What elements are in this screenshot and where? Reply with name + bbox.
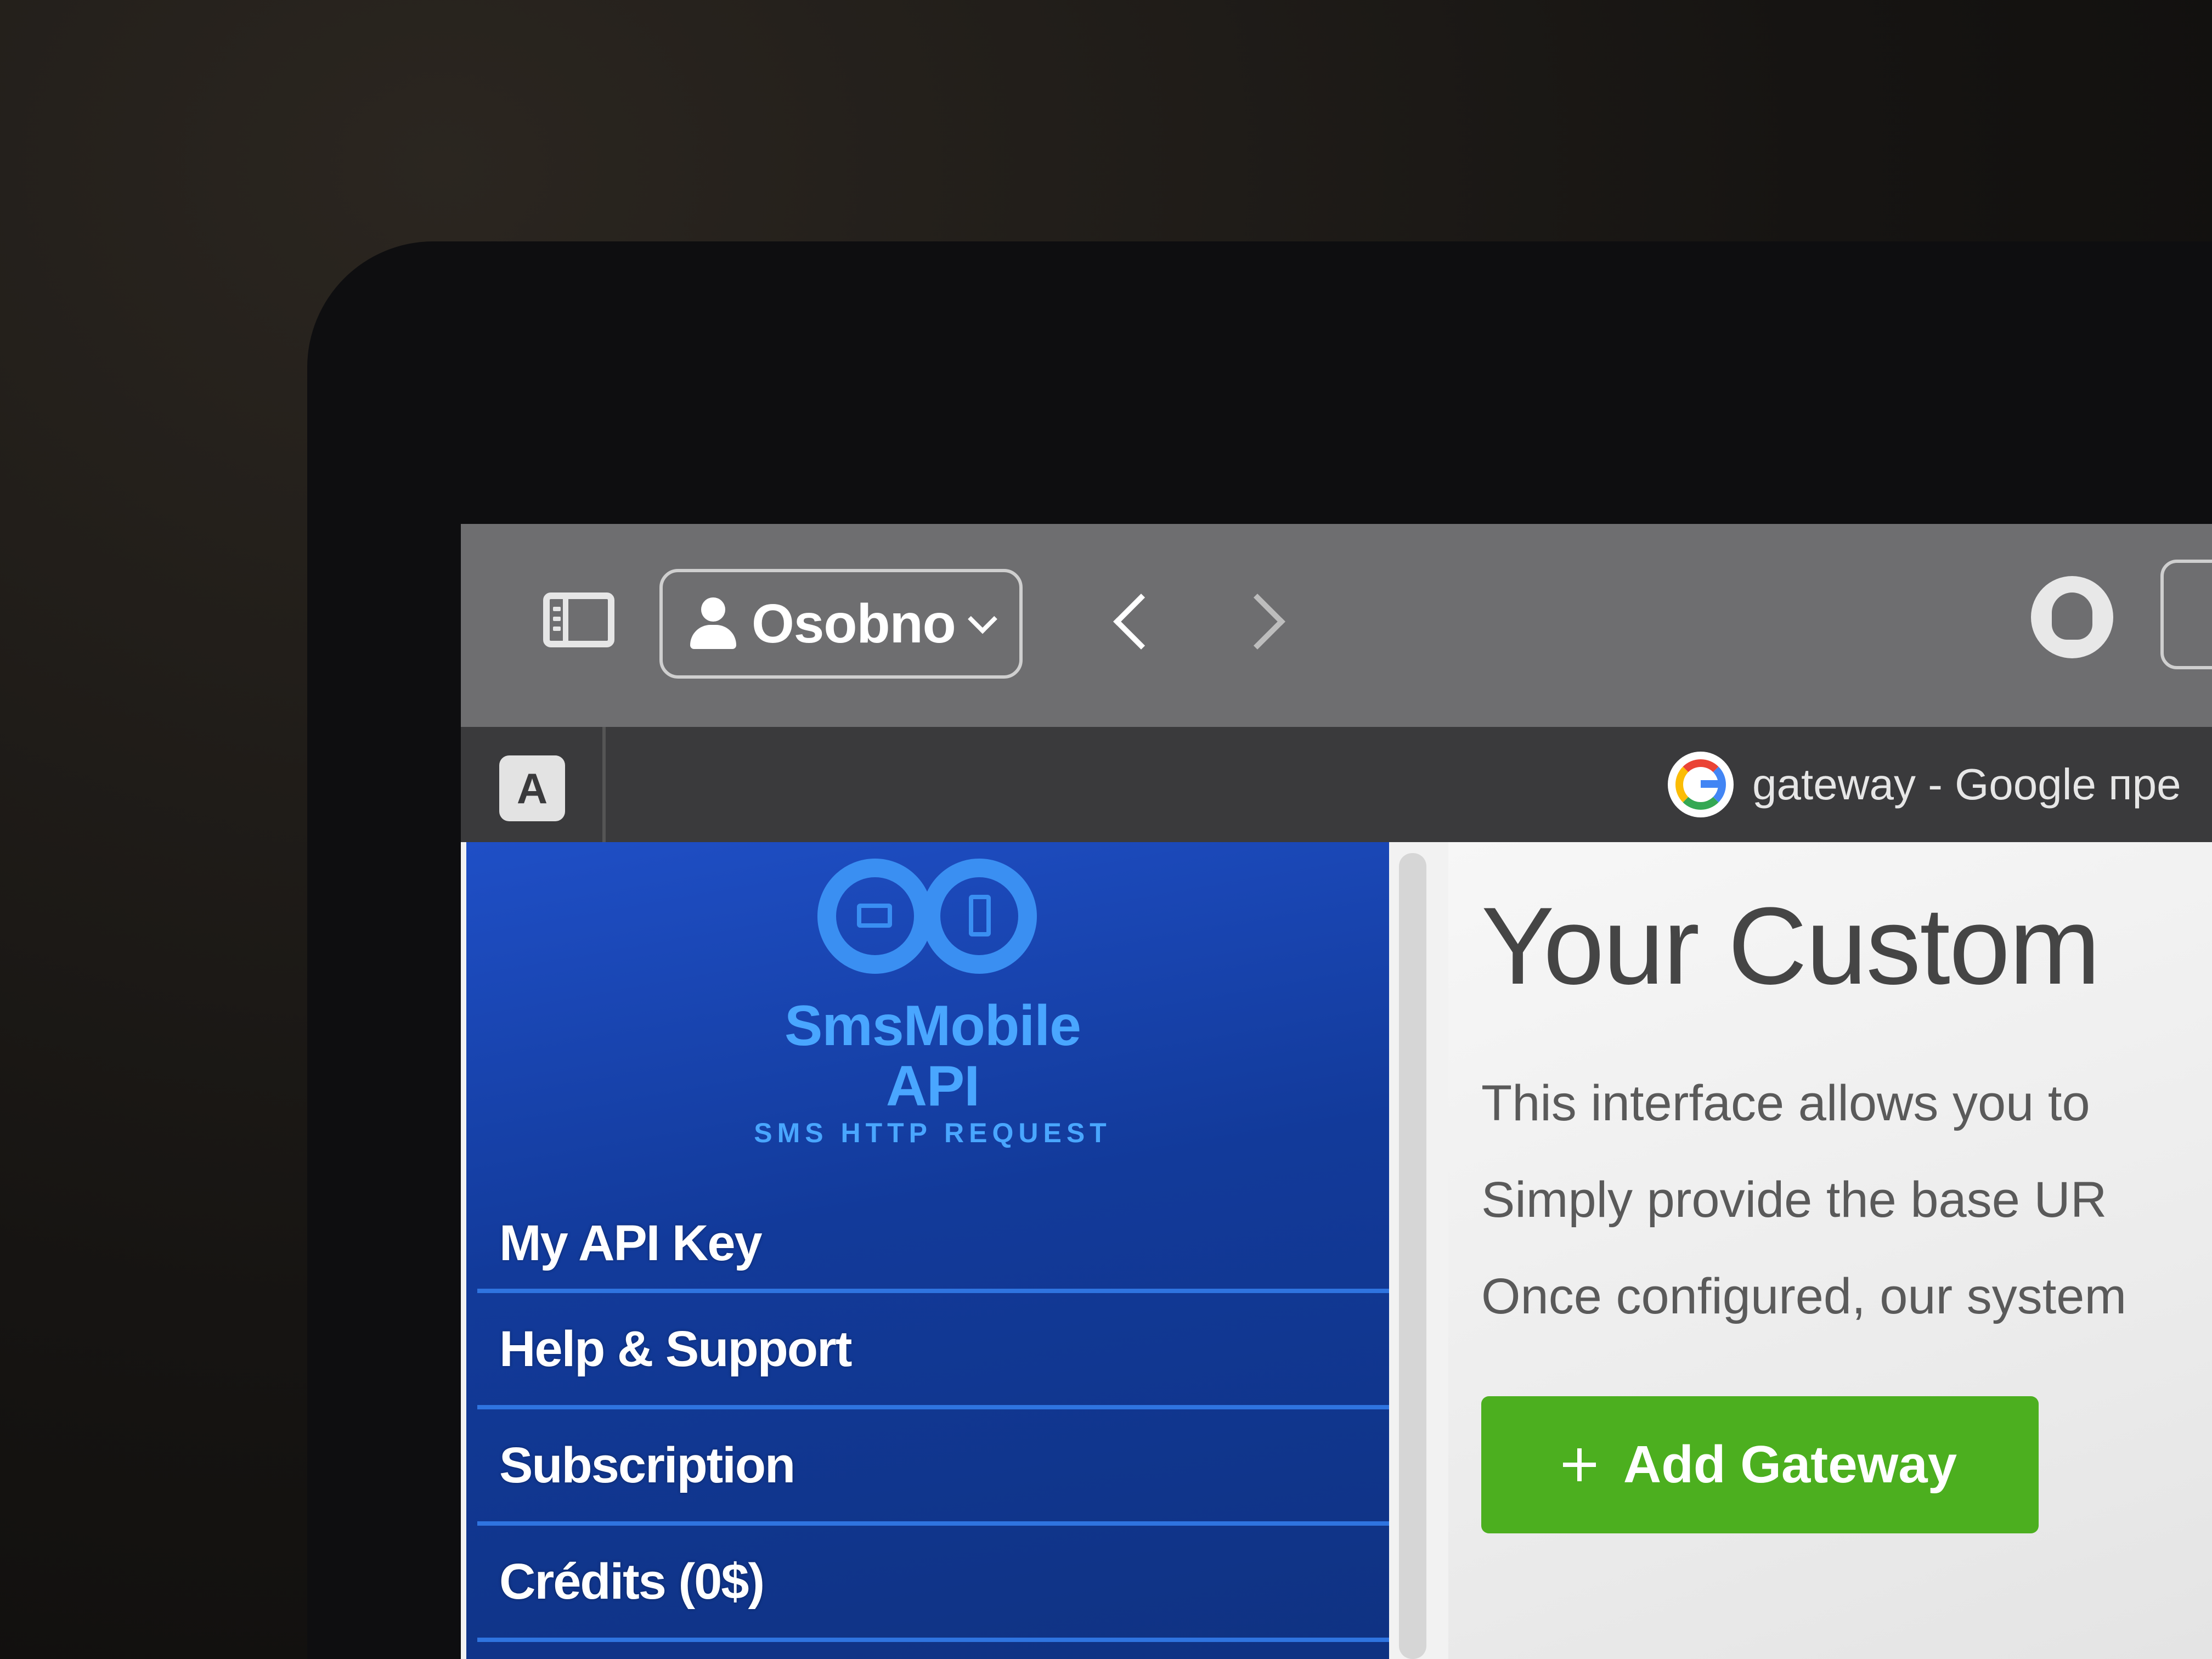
plus-icon <box>1562 1448 1596 1481</box>
logo-tagline: SMS HTTP REQUEST <box>754 1118 1111 1148</box>
pinned-tab[interactable]: A <box>499 755 565 821</box>
add-gateway-label: Add Gateway <box>1623 1435 1957 1494</box>
sidebar-menu: My API Key Help & Support Subscription C… <box>477 1166 1389 1642</box>
sidebar-pane-glyph <box>550 599 568 641</box>
profile-button[interactable]: Osobno <box>659 569 1023 679</box>
browser-toolbar: Osobno <box>461 524 2212 727</box>
sidebar-item-credits[interactable]: Crédits (0$) <box>477 1526 1389 1642</box>
phone-icon <box>969 895 991 936</box>
github-icon[interactable] <box>2031 576 2113 658</box>
laptop-icon <box>857 904 892 928</box>
chevron-left-icon[interactable] <box>1103 590 1163 650</box>
google-g-icon <box>1668 752 1734 817</box>
phone-bubble-icon <box>922 859 1037 974</box>
app-sidebar: SmsMobile API SMS HTTP REQUEST My API Ke… <box>466 842 1389 1659</box>
sidebar-scrollbar[interactable] <box>1399 853 1426 1659</box>
intro-text: This interface allows you to Simply prov… <box>1481 1078 2126 1368</box>
browser-window: Osobno A gateway - Google пре SmsMobile … <box>461 524 2212 1659</box>
pane-line <box>553 617 561 621</box>
profile-label: Osobno <box>752 592 956 654</box>
main-content: Your Custom This interface allows you to… <box>1448 842 2212 1659</box>
chat-bubbles-logo-icon <box>817 853 1048 996</box>
tab-separator <box>602 727 606 842</box>
laptop-bubble-icon <box>817 859 933 974</box>
tab-title: gateway - Google пре <box>1752 760 2181 809</box>
chevron-right-icon[interactable] <box>1234 590 1295 650</box>
sidebar-item-subscription[interactable]: Subscription <box>477 1409 1389 1526</box>
reader-icon[interactable] <box>2160 560 2212 669</box>
pane-line <box>553 607 561 611</box>
sidebar-item-my-api-key[interactable]: My API Key <box>477 1166 1389 1293</box>
intro-line: This interface allows you to <box>1481 1075 2090 1131</box>
chevron-down-icon <box>967 604 997 634</box>
sidebar-toggle-icon[interactable] <box>543 592 614 647</box>
tab-bar: A gateway - Google пре <box>461 727 2212 842</box>
tab-google-search[interactable]: gateway - Google пре <box>1668 752 2181 817</box>
sidebar-item-help-support[interactable]: Help & Support <box>477 1293 1389 1409</box>
add-gateway-button[interactable]: Add Gateway <box>1481 1396 2039 1533</box>
intro-line: Simply provide the base UR <box>1481 1172 2107 1228</box>
app-logo[interactable]: SmsMobile API SMS HTTP REQUEST <box>735 853 1130 1148</box>
person-body <box>690 625 736 649</box>
pane-line <box>553 627 561 631</box>
person-icon <box>687 597 740 650</box>
person-head <box>701 597 725 622</box>
intro-line: Once configured, our system <box>1481 1268 2127 1324</box>
logo-name: SmsMobile API <box>785 994 1081 1118</box>
page-title: Your Custom <box>1481 885 2101 1007</box>
